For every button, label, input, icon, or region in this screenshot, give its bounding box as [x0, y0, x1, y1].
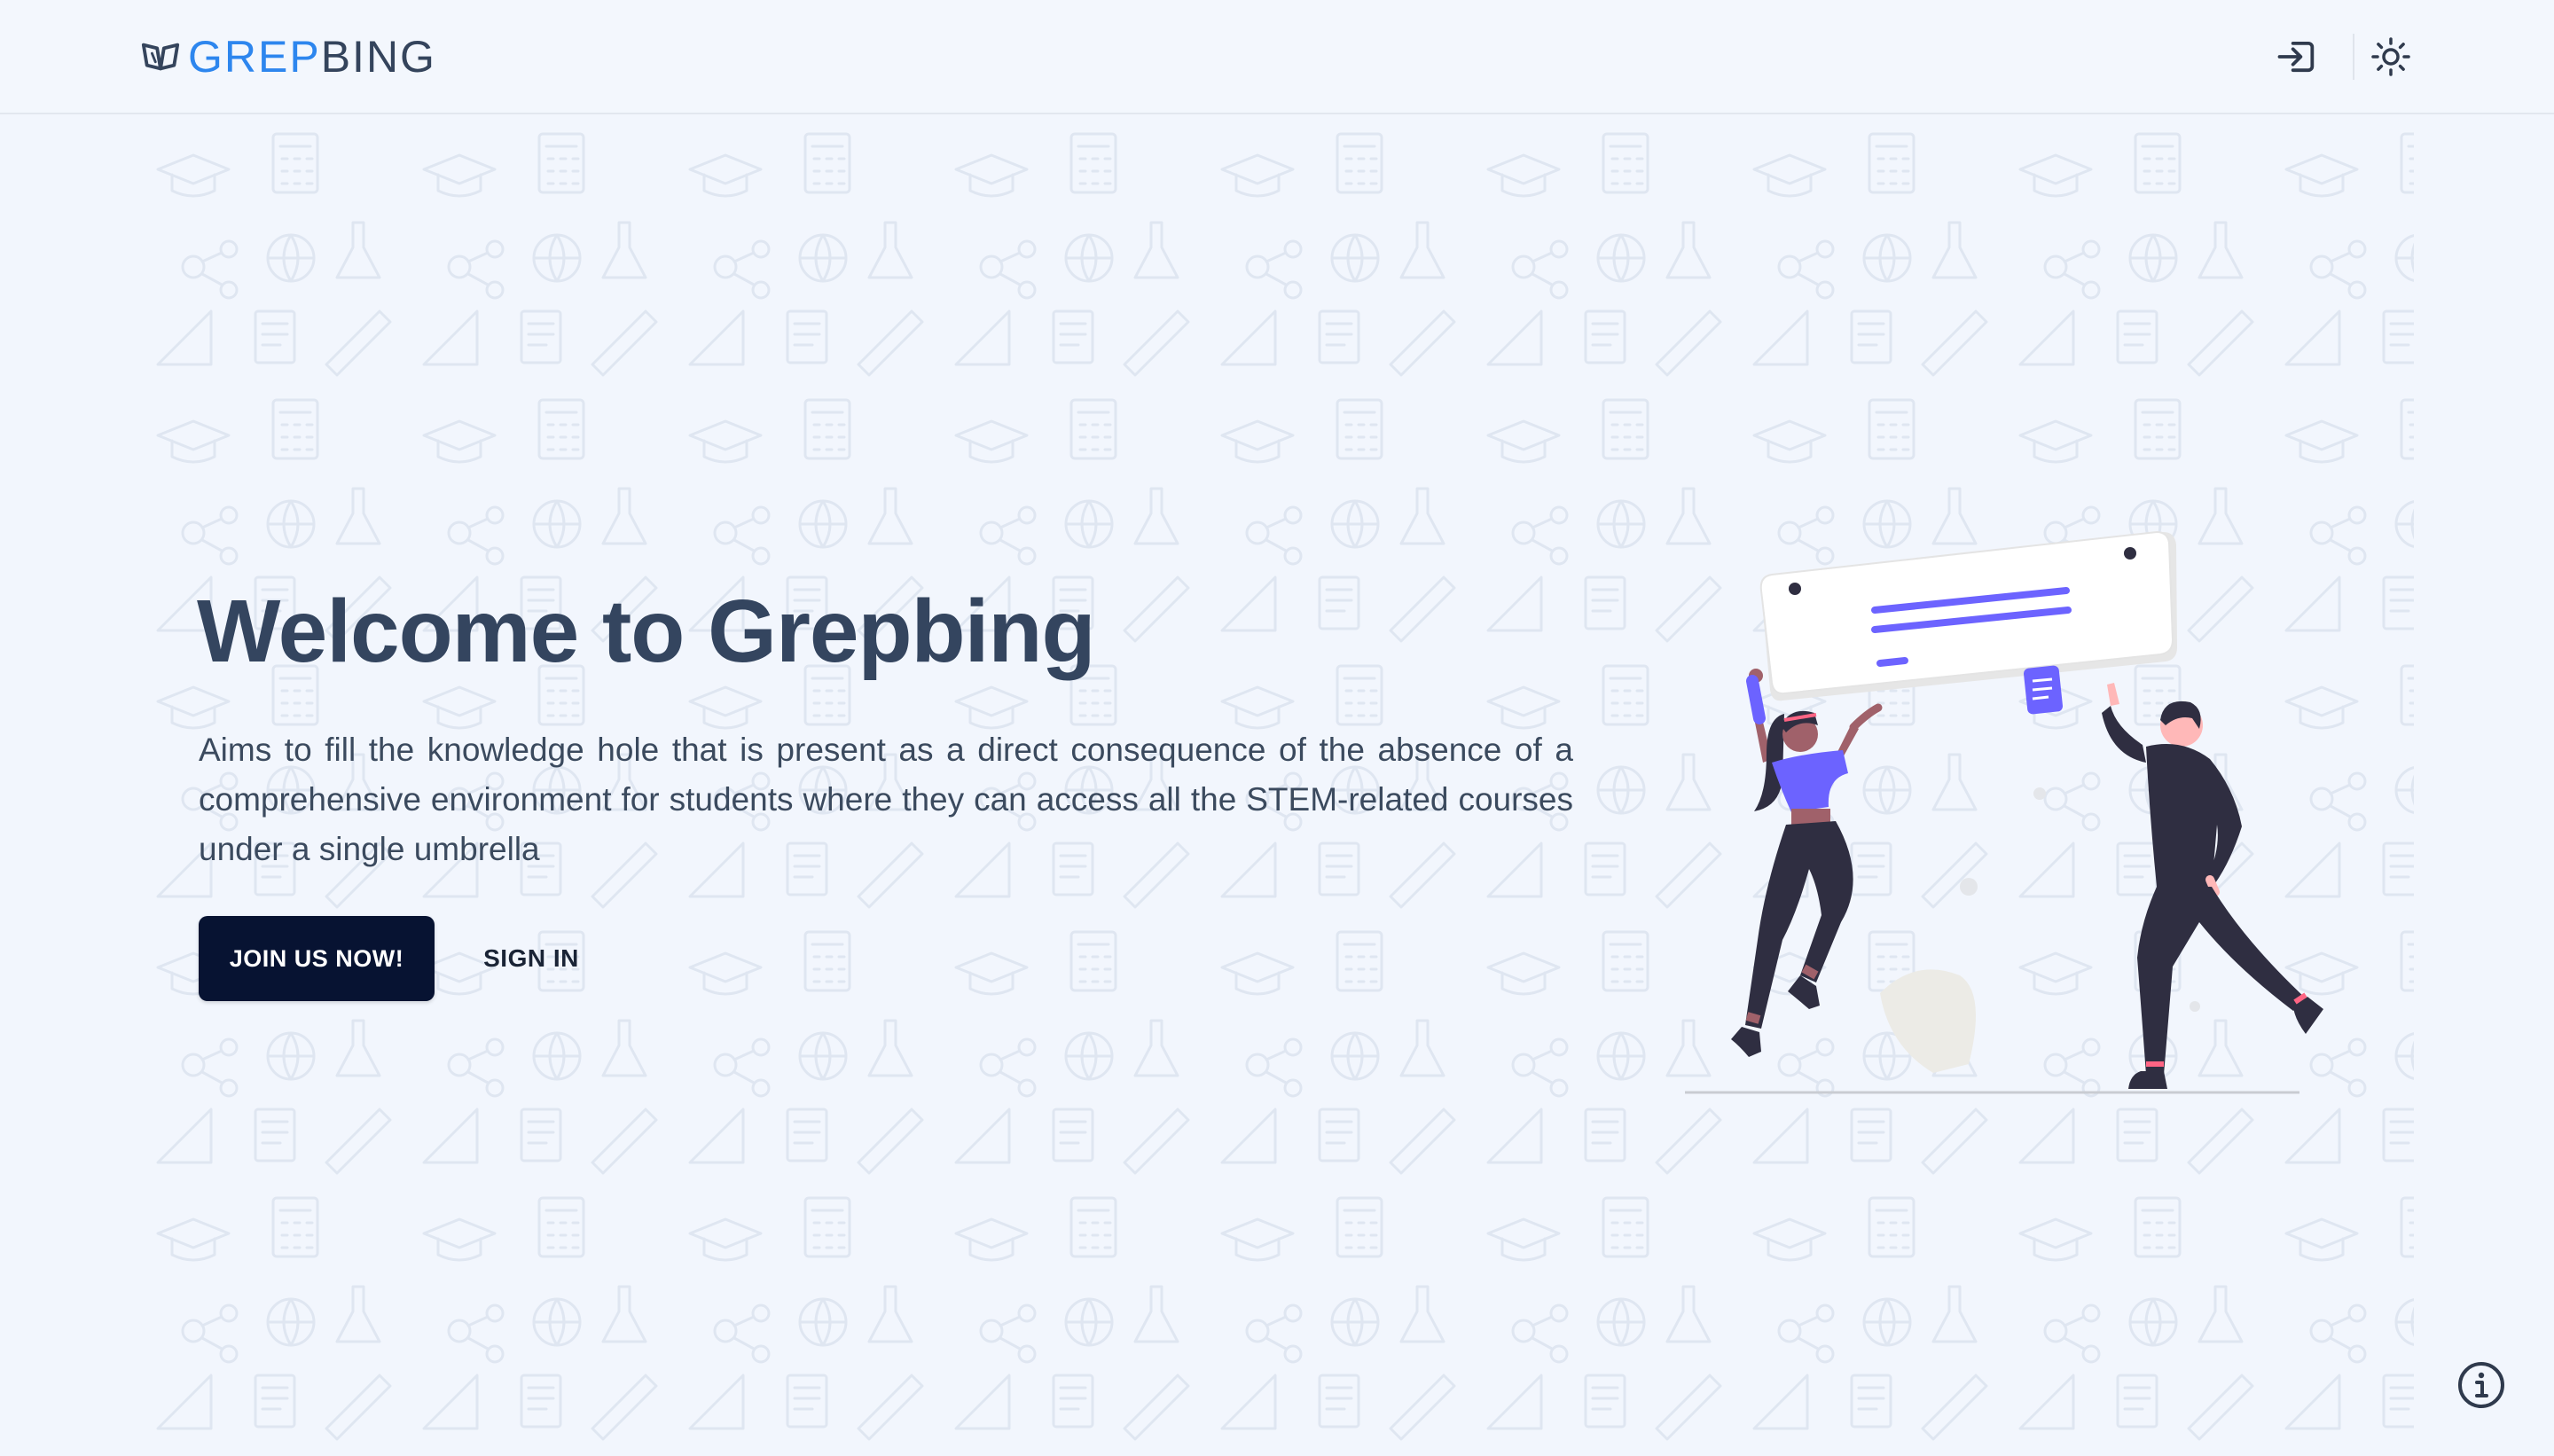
hero-title: Welcome to Grepbing: [197, 582, 1096, 681]
open-book-icon: [141, 43, 180, 71]
hero-illustration: [1685, 530, 2323, 1094]
hero-description: Aims to fill the knowledge hole that is …: [199, 732, 1573, 867]
woman-figure: [1731, 669, 1883, 1057]
toolbar-divider: [2353, 34, 2354, 80]
sign-in-button[interactable]: SIGN IN: [470, 916, 592, 1001]
join-us-button[interactable]: JOIN US NOW!: [199, 916, 435, 1001]
sun-icon[interactable]: [2370, 35, 2412, 78]
man-figure: [2102, 683, 2323, 1089]
brand-name-bing: BING: [320, 32, 436, 82]
brand-name: GREP BING: [188, 35, 436, 79]
login-icon[interactable]: [2274, 34, 2320, 80]
brand-logo[interactable]: GREP BING: [140, 28, 436, 85]
brand-name-grep: GREP: [188, 32, 321, 82]
info-icon[interactable]: [2456, 1360, 2506, 1410]
top-navigation-bar: GREP BING: [0, 0, 2554, 114]
